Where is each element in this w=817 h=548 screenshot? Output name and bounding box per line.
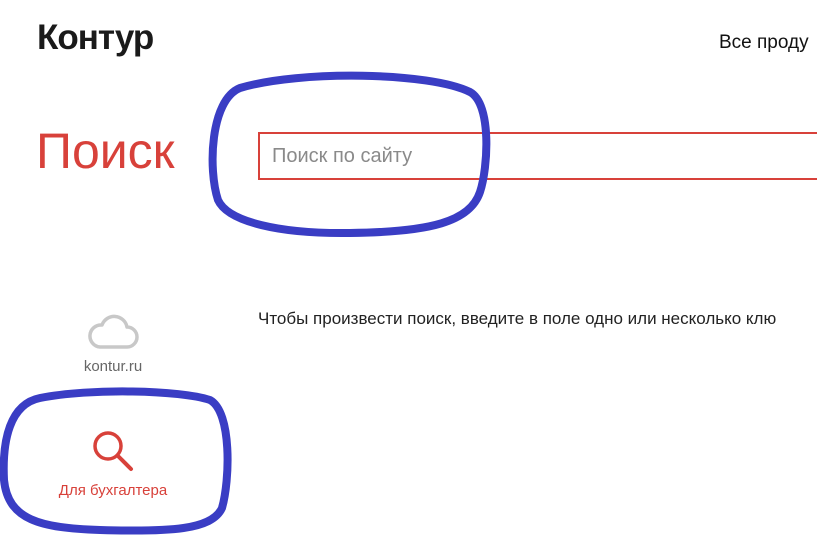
all-products-link[interactable]: Все проду xyxy=(719,32,809,54)
sidebar-item-accountant[interactable]: Для бухгалтера xyxy=(28,426,198,499)
search-icon xyxy=(93,431,133,471)
page: Контур Все проду Поиск Чтобы произвести … xyxy=(0,0,817,548)
sidebar-item-label: kontur.ru xyxy=(83,358,143,375)
cloud-icon xyxy=(88,314,139,349)
search-input[interactable] xyxy=(260,134,817,178)
kontur-logo[interactable]: Контур xyxy=(37,18,154,58)
page-title: Поиск xyxy=(36,123,175,179)
search-hint: Чтобы произвести поиск, введите в поле о… xyxy=(258,309,777,328)
sidebar-item-kontur[interactable]: kontur.ru xyxy=(28,312,198,375)
sidebar-item-label: Для бухгалтера xyxy=(58,482,168,499)
search-field[interactable] xyxy=(258,132,817,180)
